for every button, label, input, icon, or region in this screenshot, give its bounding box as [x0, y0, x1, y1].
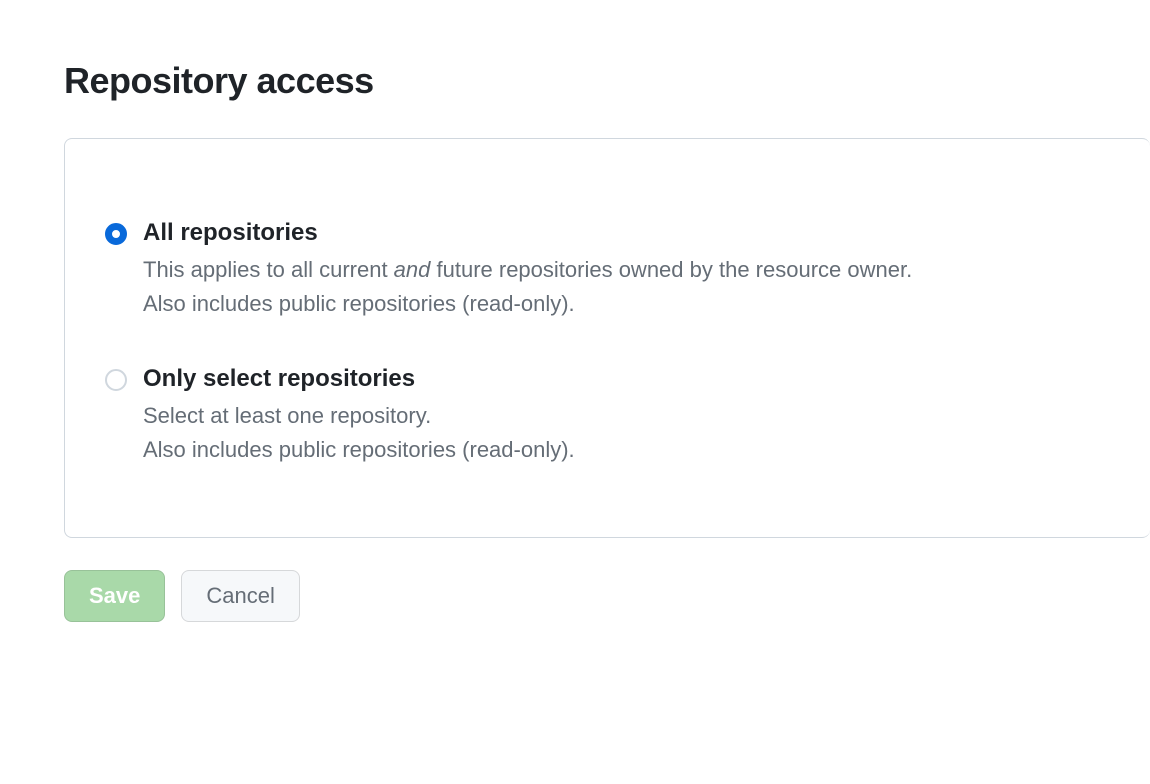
radio-content-select: Only select repositories Select at least… [143, 365, 1110, 467]
desc-text: Select at least one repository. [143, 403, 431, 428]
option-desc-select: Select at least one repository. Also inc… [143, 399, 1110, 467]
radio-option-select-repositories[interactable]: Only select repositories Select at least… [105, 365, 1110, 467]
save-button[interactable]: Save [64, 570, 165, 622]
option-title-select[interactable]: Only select repositories [143, 365, 1110, 393]
desc-line2: Also includes public repositories (read-… [143, 291, 575, 316]
desc-text: future repositories owned by the resourc… [430, 257, 912, 282]
option-title-all[interactable]: All repositories [143, 219, 1110, 247]
desc-text: This applies to all current [143, 257, 394, 282]
radio-button-select-repositories[interactable] [105, 369, 127, 391]
desc-em: and [394, 257, 431, 282]
desc-line2: Also includes public repositories (read-… [143, 437, 575, 462]
radio-option-all-repositories[interactable]: All repositories This applies to all cur… [105, 219, 1110, 321]
cancel-button[interactable]: Cancel [181, 570, 299, 622]
repository-access-panel: All repositories This applies to all cur… [64, 138, 1150, 538]
radio-content-all: All repositories This applies to all cur… [143, 219, 1110, 321]
page-title: Repository access [64, 60, 1150, 102]
form-actions: Save Cancel [64, 570, 1150, 622]
option-desc-all: This applies to all current and future r… [143, 253, 1110, 321]
radio-button-all-repositories[interactable] [105, 223, 127, 245]
